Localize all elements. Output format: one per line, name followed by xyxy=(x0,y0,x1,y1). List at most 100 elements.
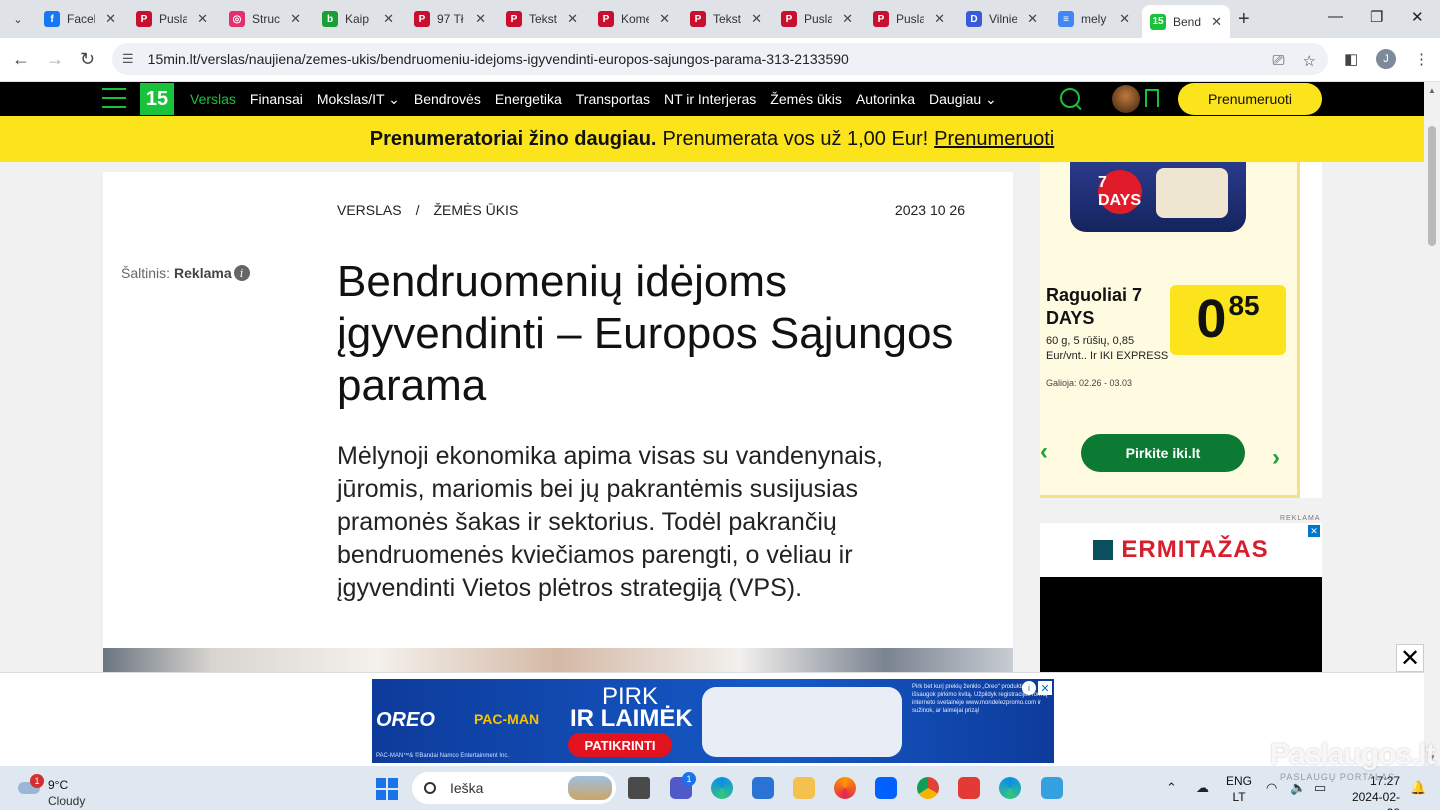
tab-search-button[interactable]: ⌄ xyxy=(6,7,30,31)
wifi-icon[interactable]: ◠ xyxy=(1266,780,1277,796)
mail-icon[interactable] xyxy=(752,777,774,799)
bookmark-star-icon[interactable]: ☆ xyxy=(1303,52,1316,70)
task-view-icon[interactable] xyxy=(628,777,650,799)
article-date: 2023 10 26 xyxy=(894,202,965,218)
back-arrow-icon[interactable]: ← xyxy=(12,49,30,70)
teams-badge: 1 xyxy=(682,772,696,786)
iki-buy-button[interactable]: Pirkite iki.lt xyxy=(1081,434,1245,472)
iki-ad[interactable]: 7 DAYS Raguoliai 7 DAYS 60 g, 5 rūšių, 0… xyxy=(1040,162,1300,498)
onedrive-icon[interactable]: ☁ xyxy=(1196,780,1209,796)
subscribe-button[interactable]: Prenumeruoti xyxy=(1178,83,1322,115)
reload-icon[interactable]: ↻ xyxy=(80,49,95,70)
browser-tab[interactable]: P Kome ✕ xyxy=(590,5,678,33)
start-button[interactable] xyxy=(376,778,398,800)
tab-close-icon[interactable]: ✕ xyxy=(1027,11,1038,27)
windows-taskbar: 1 9°C Cloudy Ieška 1 ⌃ ☁ ENG LT ◠ 🔈 ▭ 17… xyxy=(0,766,1440,810)
tray-chevron-icon[interactable]: ⌃ xyxy=(1166,780,1177,796)
hamburger-menu-icon[interactable] xyxy=(102,88,126,110)
tab-close-icon[interactable]: ✕ xyxy=(290,11,301,27)
browser-tab[interactable]: b Kaip ✕ xyxy=(314,5,402,33)
nav-link[interactable]: Verslas xyxy=(190,91,236,107)
bookmark-icon[interactable] xyxy=(1145,89,1159,107)
nav-link[interactable]: Bendrovės xyxy=(414,91,481,107)
volume-icon[interactable]: 🔈 xyxy=(1290,780,1306,796)
browser-tab[interactable]: P Pusla ✕ xyxy=(128,5,216,33)
nav-link[interactable]: Autorinka xyxy=(856,91,915,107)
minimize-icon[interactable]: — xyxy=(1328,8,1343,25)
tab-close-icon[interactable]: ✕ xyxy=(475,11,486,27)
nav-link[interactable]: Energetika xyxy=(495,91,562,107)
firefox-icon[interactable] xyxy=(834,777,856,799)
browser-tab[interactable]: P Pusla ✕ xyxy=(773,5,861,33)
ermitazas-ad[interactable]: ERMITAŽAS ✕ xyxy=(1040,523,1322,673)
breadcrumb-verslas[interactable]: VERSLAS xyxy=(337,202,402,218)
promo-subscribe-link[interactable]: Prenumeruoti xyxy=(934,128,1054,151)
profile-avatar[interactable]: J xyxy=(1376,49,1396,69)
article-card: VERSLAS / ŽEMĖS ŪKIS 2023 10 26 Šaltinis: … xyxy=(103,172,1013,672)
carousel-next-icon[interactable]: › xyxy=(1272,444,1280,472)
scroll-up-icon[interactable]: ▲ xyxy=(1428,86,1436,95)
globe-app-icon[interactable] xyxy=(1041,777,1063,799)
nav-link[interactable]: NT ir Interjeras xyxy=(664,91,756,107)
tab-close-icon[interactable]: ✕ xyxy=(105,11,116,27)
language-indicator[interactable]: ENG LT xyxy=(1226,773,1252,805)
notification-bell-icon[interactable]: 🔔 xyxy=(1410,780,1426,796)
site-logo[interactable]: 15 xyxy=(140,83,174,115)
tab-close-icon[interactable]: ✕ xyxy=(567,11,578,27)
info-icon[interactable]: i xyxy=(233,265,250,281)
tab-close-icon[interactable]: ✕ xyxy=(383,11,394,27)
browser-tab[interactable]: f Facel ✕ xyxy=(36,5,124,33)
ad-close-icon[interactable]: ✕ xyxy=(1308,525,1320,537)
price-tag: 0 85 xyxy=(1170,285,1286,355)
browser-tab[interactable]: P Tekst ✕ xyxy=(498,5,586,33)
anydesk-icon[interactable] xyxy=(958,777,980,799)
weather-widget[interactable]: 1 9°C Cloudy xyxy=(18,772,128,808)
nav-link[interactable]: Transportas xyxy=(576,91,650,107)
browser-tab[interactable]: ≡ mely ✕ xyxy=(1050,5,1138,33)
tab-close-icon[interactable]: ✕ xyxy=(1211,14,1222,30)
tab-close-icon[interactable]: ✕ xyxy=(751,11,762,27)
close-window-icon[interactable]: ✕ xyxy=(1411,8,1424,26)
tab-close-icon[interactable]: ✕ xyxy=(1119,11,1130,27)
tab-close-icon[interactable]: ✕ xyxy=(197,11,208,27)
page-scrollbar[interactable]: ▲ ▼ xyxy=(1424,82,1440,766)
tab-close-icon[interactable]: ✕ xyxy=(934,11,945,27)
browser-tab[interactable]: D Vilnie ✕ xyxy=(958,5,1046,33)
carousel-prev-icon[interactable]: ‹ xyxy=(1040,438,1048,466)
dropbox-icon[interactable] xyxy=(875,777,897,799)
ad-info-icon[interactable]: i xyxy=(1022,681,1036,695)
oreo-banner[interactable]: OREO PAC-MAN PIRK IR LAIMĖK PATIKRINTI P… xyxy=(372,679,1054,763)
breadcrumb-zemes-ukis[interactable]: ŽEMĖS ŪKIS xyxy=(433,202,518,218)
nav-link[interactable]: Mokslas/IT ⌄ xyxy=(317,91,400,108)
ad-close-icon[interactable]: ✕ xyxy=(1038,681,1052,695)
site-settings-icon[interactable]: ☰ xyxy=(122,51,134,67)
install-app-icon[interactable]: ⎚ xyxy=(1273,52,1285,70)
new-tab-button[interactable]: + xyxy=(1238,8,1250,31)
browser-tab[interactable]: ◎ Struc ✕ xyxy=(221,5,309,33)
restore-icon[interactable]: ❐ xyxy=(1370,8,1383,26)
edge-dev-icon[interactable] xyxy=(999,777,1021,799)
address-bar[interactable]: ☰ 15min.lt/verslas/naujiena/zemes-ukis/b… xyxy=(112,43,1328,75)
sticky-ad-close-button[interactable]: ✕ xyxy=(1396,644,1424,672)
browser-tab[interactable]: 15 Bend ✕ xyxy=(1142,5,1230,38)
forward-arrow-icon[interactable]: → xyxy=(46,49,64,70)
tab-close-icon[interactable]: ✕ xyxy=(659,11,670,27)
nav-link[interactable]: Finansai xyxy=(250,91,303,107)
nav-link[interactable]: Žemės ūkis xyxy=(770,91,842,107)
side-panel-icon[interactable]: ◧ xyxy=(1344,50,1358,68)
taskbar-search[interactable]: Ieška xyxy=(412,772,616,804)
chrome-icon[interactable] xyxy=(917,777,939,799)
scroll-thumb[interactable] xyxy=(1428,126,1436,246)
browser-tab[interactable]: P 97 Tł ✕ xyxy=(406,5,494,33)
search-icon[interactable] xyxy=(1060,88,1080,108)
edge-icon[interactable] xyxy=(711,777,733,799)
browser-tab[interactable]: P Pusla ✕ xyxy=(865,5,953,33)
user-avatar[interactable] xyxy=(1112,85,1140,113)
nav-link[interactable]: Daugiau ⌄ xyxy=(929,91,997,108)
banner-cta-button[interactable]: PATIKRINTI xyxy=(568,733,672,757)
tab-close-icon[interactable]: ✕ xyxy=(842,11,853,27)
menu-dots-icon[interactable]: ⋮ xyxy=(1414,50,1429,68)
battery-icon[interactable]: ▭ xyxy=(1314,780,1326,796)
browser-tab[interactable]: P Tekst ✕ xyxy=(682,5,770,33)
file-explorer-icon[interactable] xyxy=(793,777,815,799)
